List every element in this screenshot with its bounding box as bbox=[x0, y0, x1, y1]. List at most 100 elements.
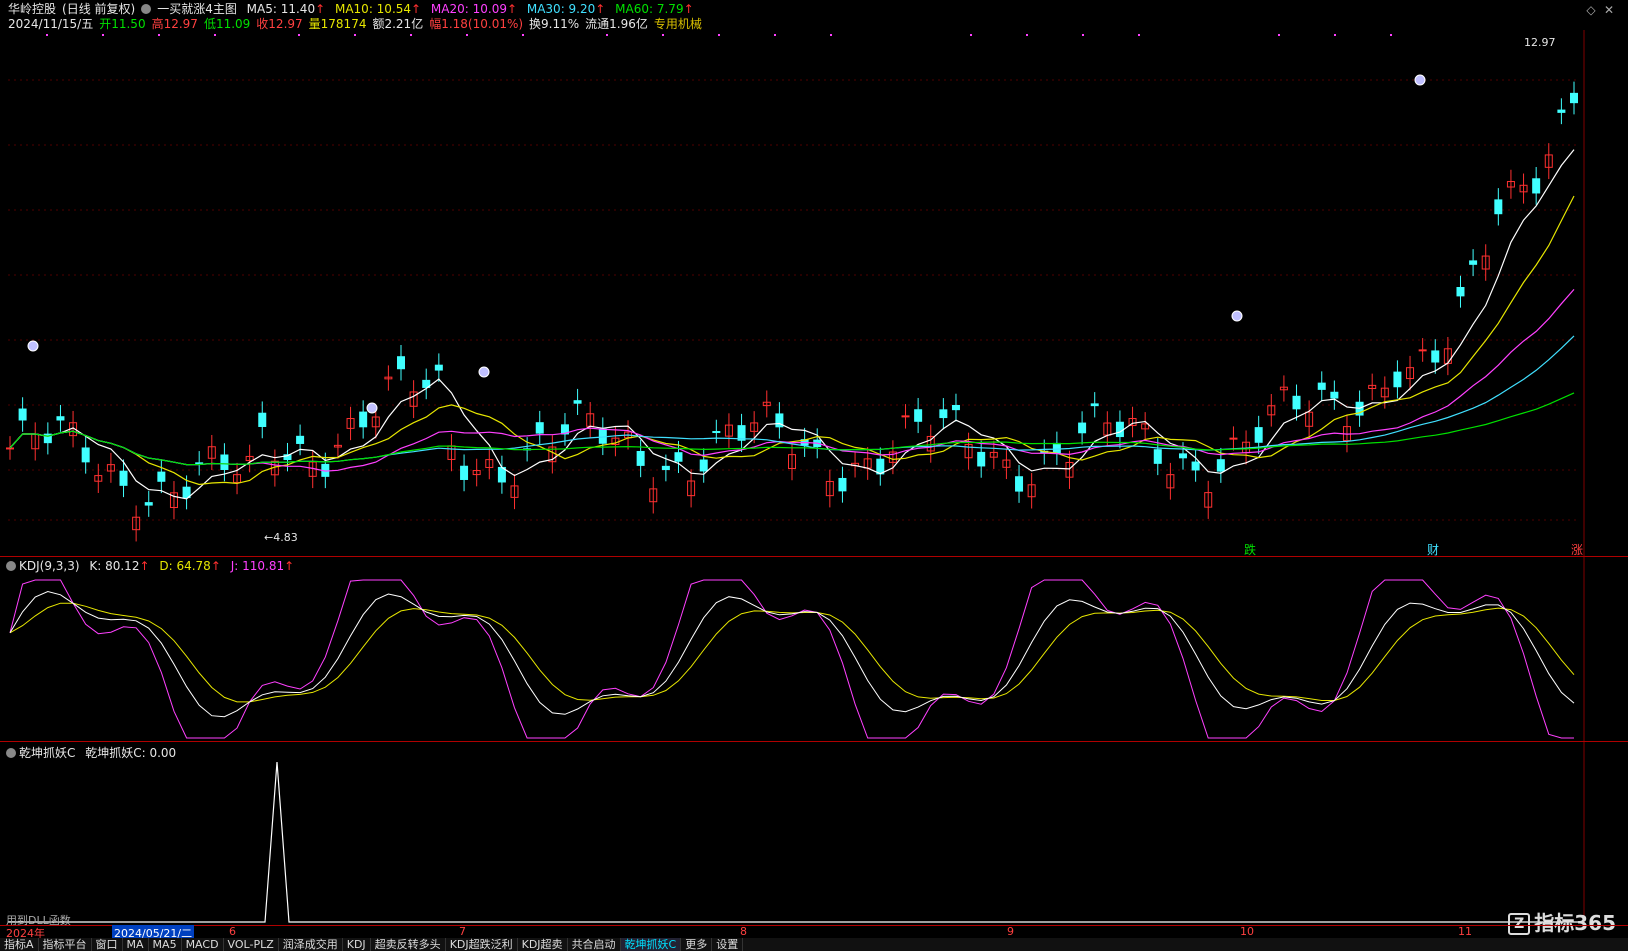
candle-body bbox=[220, 454, 229, 470]
candle-body bbox=[81, 447, 90, 463]
candle-body bbox=[1456, 287, 1465, 297]
date-axis: 2024年 2024/05/21/二 6 7 8 9 10 11 bbox=[0, 925, 1628, 941]
kdj-k: K: 80.12 bbox=[89, 559, 140, 573]
kdj-d-line bbox=[9, 602, 1575, 703]
chart-canvas[interactable] bbox=[0, 0, 1628, 951]
qkzy-title[interactable]: 乾坤抓妖C bbox=[19, 746, 75, 760]
low-price-value: 4.83 bbox=[273, 531, 298, 544]
candle-body bbox=[1431, 350, 1440, 363]
candle-body bbox=[876, 458, 885, 475]
candle-body bbox=[535, 422, 544, 434]
dot-mark bbox=[466, 34, 468, 36]
dot-mark bbox=[158, 34, 160, 36]
candle-body bbox=[914, 409, 923, 422]
date-month-9: 9 bbox=[1007, 925, 1014, 938]
kdj-lines bbox=[9, 579, 1575, 739]
signal-face-icon bbox=[1231, 310, 1243, 322]
signal-face-icon bbox=[366, 402, 378, 414]
candle-body bbox=[1115, 421, 1124, 438]
date-month-10: 10 bbox=[1240, 925, 1254, 938]
signal-face-icon bbox=[478, 366, 490, 378]
candle-body bbox=[1052, 442, 1061, 454]
dot-mark bbox=[830, 34, 832, 36]
dot-mark bbox=[1334, 34, 1336, 36]
dot-mark bbox=[1082, 34, 1084, 36]
high-price-label: 12.97 bbox=[1524, 36, 1556, 49]
kdj-k-arrow-icon: ↑ bbox=[139, 559, 150, 573]
candle-body bbox=[1330, 391, 1339, 399]
dot-mark bbox=[774, 34, 776, 36]
candle-body bbox=[1090, 403, 1099, 407]
dot-mark bbox=[354, 34, 356, 36]
dot-mark bbox=[1138, 34, 1140, 36]
candle-body bbox=[1557, 109, 1566, 113]
candle-body bbox=[1153, 449, 1162, 464]
dot-mark bbox=[970, 34, 972, 36]
tab-0[interactable]: 指标A bbox=[0, 938, 39, 951]
kdj-j-arrow-icon: ↑ bbox=[284, 559, 295, 573]
candle-body bbox=[737, 425, 746, 441]
tab-2[interactable]: 窗口 bbox=[92, 938, 123, 951]
candle-body bbox=[1570, 92, 1578, 104]
dot-mark bbox=[214, 34, 216, 36]
kdj-title[interactable]: KDJ(9,3,3) bbox=[19, 559, 80, 573]
qkzy-header: 乾坤抓妖C 乾坤抓妖C: 0.00 bbox=[6, 744, 176, 761]
candle-body bbox=[977, 451, 986, 467]
qkzy-panel-border bbox=[0, 741, 1628, 742]
tab-5[interactable]: MACD bbox=[182, 938, 224, 951]
candle-body bbox=[119, 470, 128, 486]
candle-body bbox=[359, 411, 368, 428]
candle-body bbox=[296, 435, 305, 444]
candle-body bbox=[1292, 395, 1301, 410]
candle-body bbox=[699, 459, 708, 472]
candle-body bbox=[195, 462, 204, 465]
qkzy-menu-icon[interactable] bbox=[6, 748, 16, 758]
kdj-panel-border bbox=[0, 556, 1628, 557]
tab-8[interactable]: KDJ bbox=[343, 938, 371, 951]
candlestick-series bbox=[6, 81, 1578, 542]
tab-15[interactable]: 设置 bbox=[712, 938, 744, 951]
tab-7[interactable]: 润泽成交用 bbox=[279, 938, 343, 951]
tab-6[interactable]: VOL-PLZ bbox=[224, 938, 279, 951]
qkzy-line bbox=[8, 761, 1580, 923]
tab-1[interactable]: 指标平台 bbox=[39, 938, 92, 951]
date-month-7: 7 bbox=[459, 925, 466, 938]
dot-mark bbox=[410, 34, 412, 36]
candle-body bbox=[636, 450, 645, 466]
candle-body bbox=[18, 408, 27, 421]
tab-14[interactable]: 更多 bbox=[681, 938, 713, 951]
date-month-11: 11 bbox=[1458, 925, 1472, 938]
kdj-j-line bbox=[9, 579, 1574, 739]
tab-4[interactable]: MA5 bbox=[149, 938, 182, 951]
kdj-j: J: 110.81 bbox=[230, 559, 285, 573]
dot-mark bbox=[298, 34, 300, 36]
candle-body bbox=[1179, 453, 1187, 459]
candle-body bbox=[1216, 459, 1225, 472]
qkzy-line bbox=[8, 761, 1580, 923]
dot-mark bbox=[46, 34, 48, 36]
dot-mark bbox=[718, 34, 720, 36]
tab-10[interactable]: KDJ超跌泛利 bbox=[446, 938, 518, 951]
candle-body bbox=[674, 452, 683, 462]
kdj-menu-icon[interactable] bbox=[6, 561, 16, 571]
candle-body bbox=[1254, 427, 1263, 443]
tab-3[interactable]: MA bbox=[123, 938, 149, 951]
candle-body bbox=[661, 465, 670, 471]
date-month-6: 6 bbox=[229, 925, 236, 938]
candle-body bbox=[1393, 371, 1402, 388]
candle-body bbox=[951, 404, 960, 411]
tab-13[interactable]: 乾坤抓妖C bbox=[620, 938, 682, 951]
kdj-k-line bbox=[9, 590, 1575, 718]
candle-body bbox=[460, 465, 469, 480]
candle-body bbox=[56, 416, 65, 421]
candle-body bbox=[901, 415, 910, 418]
tab-11[interactable]: KDJ超卖 bbox=[518, 938, 568, 951]
dot-mark bbox=[606, 34, 608, 36]
kdj-d: D: 64.78 bbox=[159, 559, 211, 573]
tab-12[interactable]: 共合启动 bbox=[568, 938, 621, 951]
candle-body bbox=[397, 356, 405, 370]
tab-9[interactable]: 超卖反转多头 bbox=[371, 938, 446, 951]
date-month-8: 8 bbox=[740, 925, 747, 938]
qkzy-value: 乾坤抓妖C: 0.00 bbox=[85, 746, 177, 760]
candle-body bbox=[1532, 178, 1541, 194]
